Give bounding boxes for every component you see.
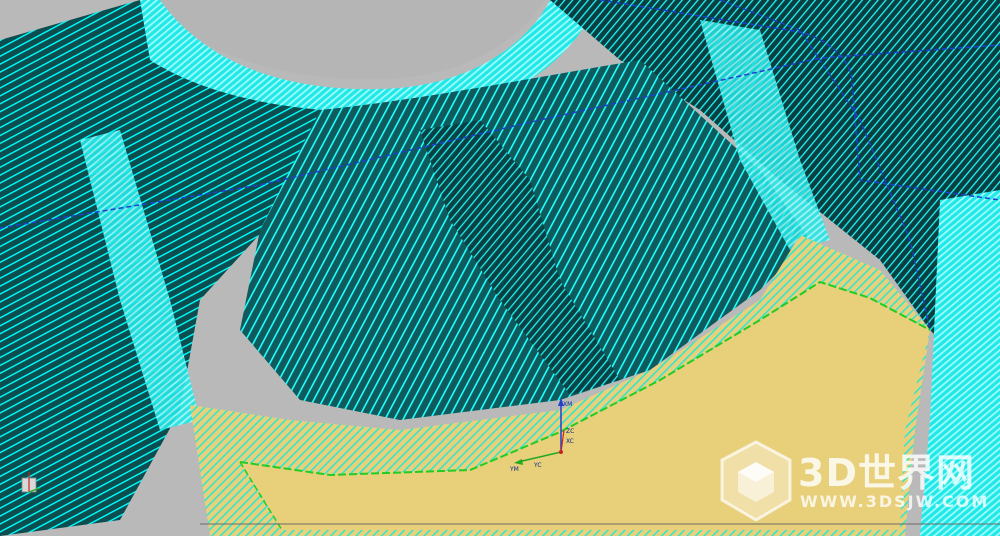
watermark: 3D世界网 WWW.3DSJW.COM [716, 438, 990, 524]
watermark-title: 3D世界网 [798, 451, 975, 495]
cube-icon [720, 440, 792, 522]
wcs-yc-label: YC [533, 462, 542, 469]
wcs-xc-label: XC [566, 438, 574, 445]
wcs-y-label: YM [509, 466, 519, 473]
wcs-x-label: XM [563, 401, 572, 408]
wcs-zc-label: ZC [566, 428, 574, 435]
watermark-url: WWW.3DSJW.COM [800, 492, 990, 511]
